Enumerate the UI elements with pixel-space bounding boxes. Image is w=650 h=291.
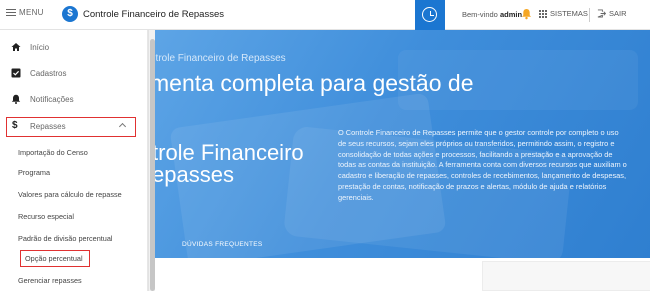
content-card	[482, 261, 650, 291]
sistemas-label: SISTEMAS	[550, 9, 588, 18]
notification-bell-icon[interactable]	[521, 8, 532, 20]
submenu-item-recurso-especial[interactable]: Recurso especial	[18, 212, 74, 221]
hero-big-title-line1: trole Financeiro	[152, 140, 304, 165]
submenu-item-opcao-percentual[interactable]: Opção percentual	[20, 250, 90, 267]
sidebar-item-inicio[interactable]: Início	[0, 34, 148, 60]
apps-grid-icon	[539, 9, 547, 18]
submenu-item-valores-calculo[interactable]: Valores para cálculo de repasse	[18, 190, 122, 199]
welcome-text: Bem-vindo admin	[462, 10, 522, 19]
hero-big-title: trole Financeiro epasses	[152, 142, 312, 186]
sidebar-item-label: Início	[30, 43, 50, 52]
sidebar-item-cadastros[interactable]: Cadastros	[0, 60, 148, 86]
scrollbar-thumb[interactable]	[150, 39, 155, 291]
sistemas-button[interactable]: SISTEMAS	[539, 9, 588, 18]
submenu-item-gerenciar-repasses[interactable]: Gerenciar repasses	[18, 276, 82, 285]
submenu-item-padrao-divisao[interactable]: Padrão de divisão percentual	[18, 234, 113, 243]
content-area	[148, 258, 650, 291]
sidebar-item-notificacoes[interactable]: Notificações	[0, 86, 148, 112]
welcome-prefix: Bem-vindo	[462, 10, 498, 19]
hero-big-title-line2: epasses	[152, 162, 234, 187]
menu-label: MENU	[19, 8, 44, 17]
divider	[589, 8, 590, 22]
username: admin	[499, 10, 523, 19]
clock-button[interactable]	[415, 0, 445, 30]
sidebar-item-label: Repasses	[30, 122, 66, 131]
sidebar: Início Cadastros Notificações $ Repasses…	[0, 30, 148, 291]
hero-title: menta completa para gestão de	[150, 70, 474, 96]
sidebar-item-repasses[interactable]: $ Repasses	[6, 117, 136, 137]
bell-icon	[11, 94, 21, 104]
home-icon	[11, 43, 21, 51]
hamburger-icon	[6, 9, 16, 16]
sidebar-item-label: Notificações	[30, 95, 74, 104]
app-brand[interactable]: $ Controle Financeiro de Repasses	[62, 6, 224, 22]
dollar-icon: $	[12, 120, 18, 131]
menu-button[interactable]: MENU	[6, 8, 44, 17]
submenu-item-importacao-censo[interactable]: Importação do Censo	[18, 148, 88, 157]
sidebar-item-label: Cadastros	[30, 69, 67, 78]
sidebar-scrollbar[interactable]	[148, 30, 155, 291]
sair-label: SAIR	[609, 9, 627, 18]
top-bar: MENU $ Controle Financeiro de Repasses B…	[0, 0, 650, 30]
dollar-logo-icon: $	[62, 6, 78, 22]
hero-banner: ntrole Financeiro de Repasses menta comp…	[148, 30, 650, 258]
faq-link[interactable]: DÚVIDAS FREQUENTES	[182, 241, 263, 248]
checkbox-icon	[11, 68, 21, 78]
hero-subtitle: ntrole Financeiro de Repasses	[150, 53, 286, 64]
submenu-item-programa[interactable]: Programa	[18, 168, 50, 177]
chevron-up-icon	[118, 122, 127, 131]
logout-button[interactable]: SAIR	[597, 9, 627, 18]
app-title: Controle Financeiro de Repasses	[83, 8, 224, 20]
logout-icon	[597, 9, 606, 18]
hero-description: O Controle Financeiro de Repasses permit…	[338, 128, 627, 202]
submenu-item-label: Opção percentual	[25, 254, 83, 263]
clock-icon	[422, 7, 437, 22]
